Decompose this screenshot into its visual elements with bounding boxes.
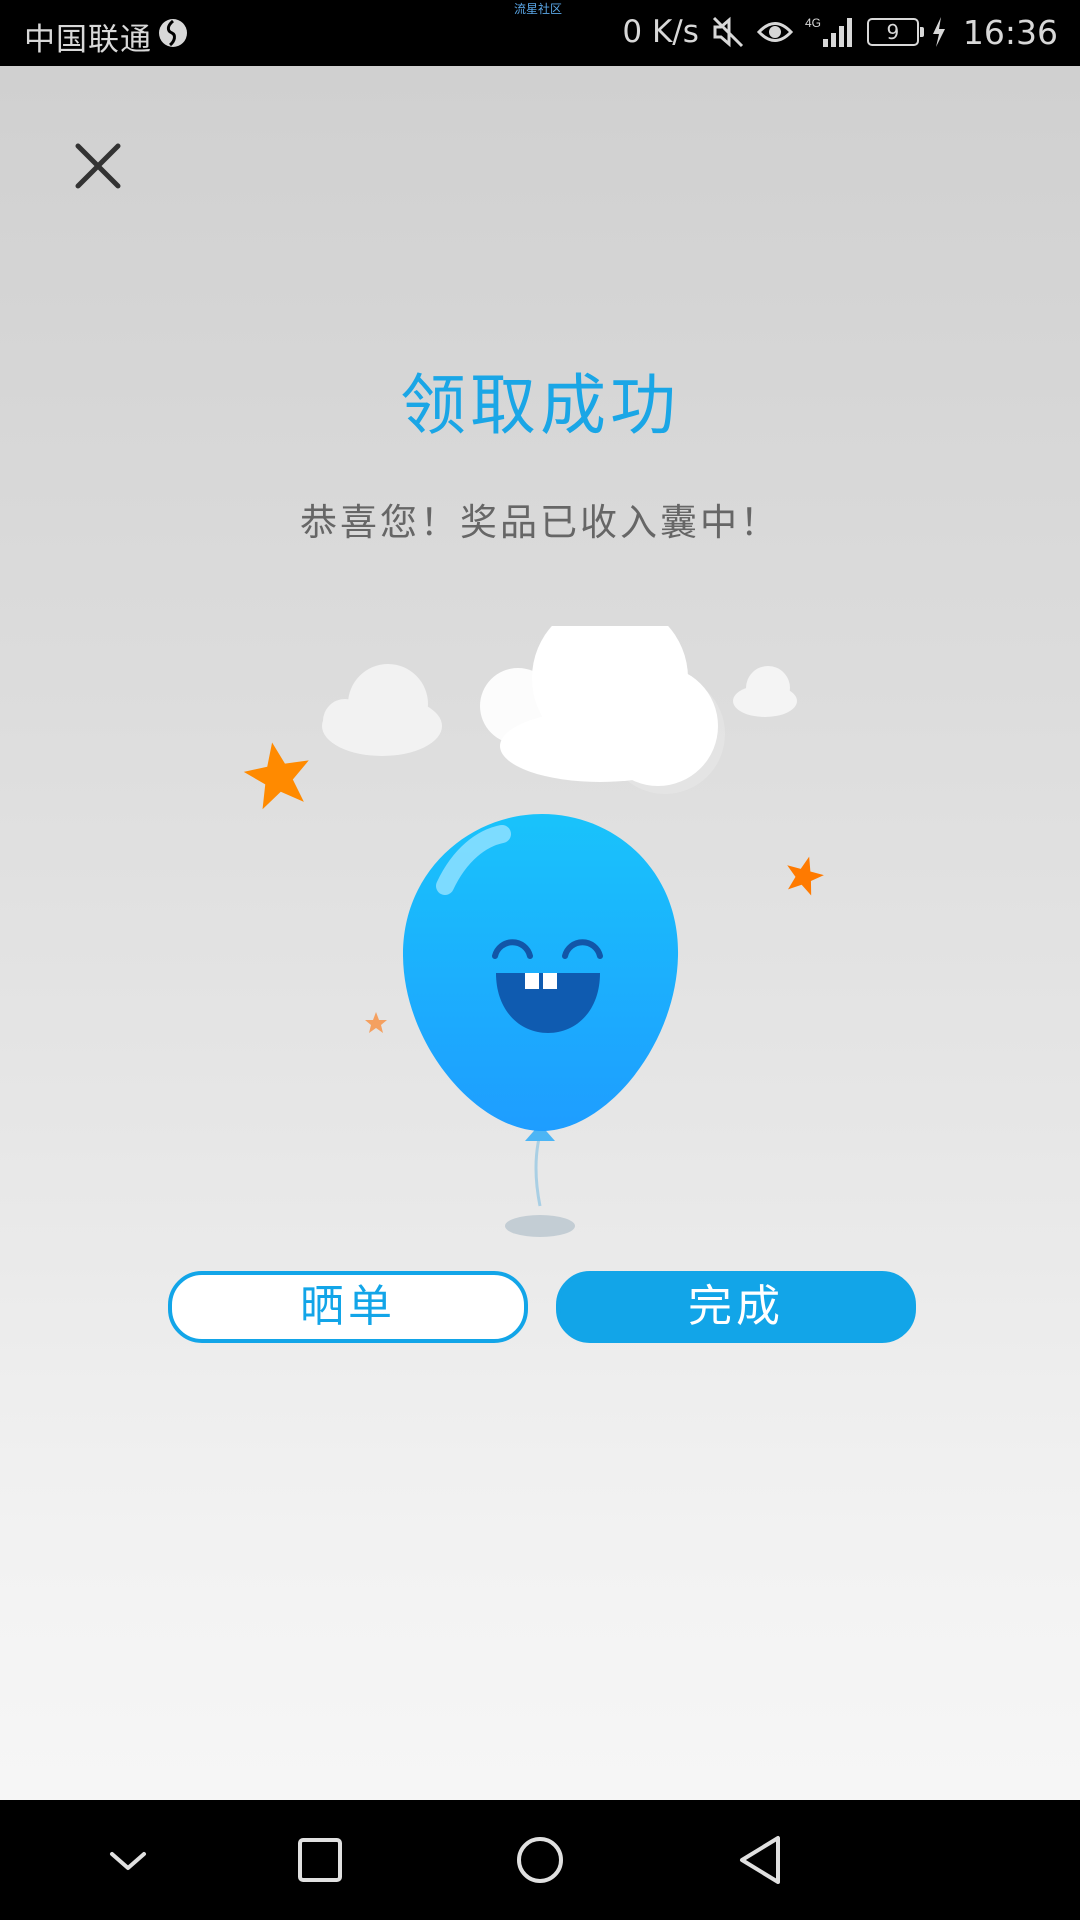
battery-icon: 9 xyxy=(866,18,924,46)
4g-signal-icon: 4G xyxy=(805,16,852,47)
cloud-icon xyxy=(733,666,797,717)
carrier-globe-icon xyxy=(159,19,187,47)
page-title: 领取成功 xyxy=(400,367,680,444)
svg-text:4G: 4G xyxy=(805,16,821,30)
star-icon xyxy=(787,856,824,896)
eye-icon xyxy=(756,22,793,42)
status-indicators: 0 K/s 4G 9 16:36 xyxy=(622,12,1058,52)
status-bar: 中国联通 流星社区 0 K/s 4G 9 16:36 xyxy=(0,0,1080,66)
cloud-icon xyxy=(480,626,725,794)
nav-down-icon[interactable] xyxy=(98,1830,158,1890)
battery-level: 9 xyxy=(886,20,900,44)
watermark-text: 流星社区 xyxy=(514,2,563,16)
close-icon[interactable] xyxy=(70,138,126,194)
charging-icon xyxy=(932,17,945,47)
cloud-icon xyxy=(322,664,442,756)
navigation-bar xyxy=(0,1800,1080,1920)
share-order-button[interactable]: 晒单 xyxy=(168,1271,528,1343)
balloon-icon xyxy=(402,814,679,1237)
clock: 16:36 xyxy=(962,12,1058,52)
reward-success-screen: 领取成功 恭喜您！奖品已收入囊中！ 晒单 完成 xyxy=(0,66,1080,1800)
mute-icon xyxy=(712,16,743,48)
net-speed: 0 K/s xyxy=(622,14,699,50)
success-message: 恭喜您！奖品已收入囊中！ xyxy=(300,501,780,544)
carrier-name: 中国联通 xyxy=(24,22,152,58)
star-icon xyxy=(243,742,309,810)
done-button[interactable]: 完成 xyxy=(556,1271,916,1343)
recent-apps-icon[interactable] xyxy=(290,1830,350,1890)
home-icon[interactable] xyxy=(510,1830,570,1890)
back-icon[interactable] xyxy=(730,1830,790,1890)
star-icon xyxy=(365,1012,387,1033)
balloon-illustration xyxy=(243,626,824,1237)
